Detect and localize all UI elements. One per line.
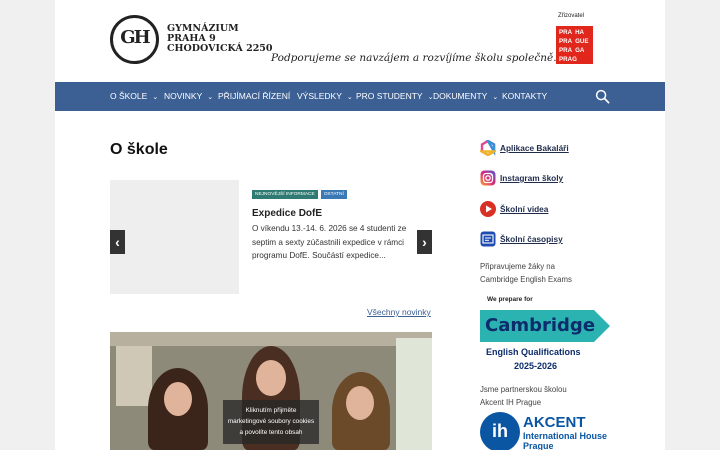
nav-item-label: NOVINKY bbox=[164, 91, 203, 101]
school-logo[interactable]: GH bbox=[110, 15, 159, 64]
partner-intro-line: Jsme partnerskou školou bbox=[480, 385, 567, 394]
tag-other[interactable]: OSTATNÍ bbox=[320, 190, 347, 199]
cambridge-intro-line: Cambridge English Exams bbox=[480, 274, 572, 284]
akcent-subtitle-line: Prague bbox=[523, 441, 554, 450]
prague-logo-text: PRA bbox=[559, 38, 573, 45]
prague-logo-text: HA bbox=[575, 29, 585, 36]
prague-logo-text: PRA bbox=[559, 29, 573, 36]
cambridge-qualifications: English Qualifications bbox=[486, 347, 581, 357]
chevron-down-icon: ⌄ bbox=[207, 94, 214, 101]
nav-item-novinky[interactable]: NOVINKY ⌄ bbox=[164, 82, 213, 111]
school-name-line: CHODOVICKÁ 2250 bbox=[167, 43, 273, 54]
cambridge-intro: Připravujeme žáky na Cambridge English E… bbox=[480, 261, 572, 286]
photo-face bbox=[164, 382, 192, 416]
sidebar-link-label: Školní časopisy bbox=[500, 234, 563, 244]
sidebar-link-casopisy[interactable]: Školní časopisy bbox=[480, 231, 563, 247]
cambridge-intro-line: Připravujeme žáky na bbox=[480, 262, 555, 271]
main-navigation: O ŠKOLE ⌄ NOVINKY ⌄ PŘIJÍMACÍ ŘÍZENÍ VÝSLE… bbox=[55, 82, 665, 111]
photo-face bbox=[256, 360, 286, 396]
cookie-notice-line: Kliknutím přijměte bbox=[245, 407, 297, 414]
cookie-notice-line: marketingové soubory cookies bbox=[227, 418, 315, 425]
search-icon[interactable] bbox=[595, 89, 610, 104]
all-news-link[interactable]: Všechny novinky bbox=[367, 307, 431, 317]
photo-board bbox=[116, 346, 152, 406]
akcent-name[interactable]: AKCENT bbox=[523, 414, 586, 431]
cambridge-badge[interactable]: We prepare for Cambridge English Qualifi… bbox=[480, 296, 612, 374]
cambridge-prepare-text: We prepare for bbox=[487, 296, 533, 303]
chevron-down-icon: ⌄ bbox=[492, 94, 499, 101]
prague-logo-text: GA bbox=[575, 47, 585, 54]
nav-item-kontakty[interactable]: KONTAKTY bbox=[502, 82, 547, 111]
post-title[interactable]: Expedice DofE bbox=[252, 208, 322, 219]
akcent-logo[interactable]: ih bbox=[480, 412, 520, 450]
nav-item-label: KONTAKTY bbox=[502, 91, 548, 101]
sidebar-link-label: Instagram školy bbox=[500, 173, 564, 183]
logo-monogram: GH bbox=[120, 27, 150, 48]
slider-prev-button[interactable]: ‹ bbox=[110, 230, 125, 254]
nav-item-o-skole[interactable]: O ŠKOLE ⌄ bbox=[110, 82, 158, 111]
zrizovatel-label: Zřizovatel bbox=[558, 13, 585, 19]
nav-item-pro-studenty[interactable]: PRO STUDENTY ⌄ bbox=[356, 82, 433, 111]
photo-wall bbox=[110, 332, 432, 346]
partner-intro: Jsme partnerskou školou Akcent IH Prague bbox=[480, 384, 567, 409]
nav-item-dokumenty[interactable]: DOKUMENTY ⌄ bbox=[433, 82, 498, 111]
photo-window bbox=[396, 338, 432, 450]
slide-image[interactable] bbox=[110, 180, 239, 294]
nav-item-label: VÝSLEDKY bbox=[297, 91, 342, 101]
sidebar-link-bakalari[interactable]: Aplikace Bakaláři bbox=[480, 140, 569, 156]
nav-item-prijimaci-rizeni[interactable]: PŘIJÍMACÍ ŘÍZENÍ bbox=[218, 82, 290, 111]
cookie-notice-line: a povolíte tento obsah bbox=[239, 429, 303, 436]
slider-next-button[interactable]: › bbox=[417, 230, 432, 254]
chevron-down-icon: ⌄ bbox=[346, 94, 353, 101]
akcent-subtitle: International House Prague bbox=[523, 431, 607, 450]
school-name[interactable]: GYMNÁZIUM PRAHA 9 CHODOVICKÁ 2250 bbox=[167, 24, 273, 54]
chevron-down-icon: ⌄ bbox=[152, 94, 159, 101]
page: GH GYMNÁZIUM PRAHA 9 CHODOVICKÁ 2250 Pod… bbox=[55, 0, 665, 450]
nav-item-label: PRO STUDENTY bbox=[356, 91, 423, 101]
page-title: O škole bbox=[110, 141, 168, 158]
cambridge-wordmark: Cambridge bbox=[485, 315, 596, 336]
sidebar-link-videa[interactable]: Školní videa bbox=[480, 201, 548, 217]
prague-logo[interactable]: PRA HA PRA GUE PRA GA PRAG bbox=[556, 26, 593, 64]
bakalari-icon bbox=[480, 140, 496, 156]
partner-intro-line: Akcent IH Prague bbox=[480, 397, 542, 407]
prague-logo-text: GUE bbox=[575, 38, 589, 45]
post-tags: NEJNOVĚJŠÍ INFORMACE OSTATNÍ bbox=[252, 190, 347, 199]
instagram-icon bbox=[480, 170, 496, 186]
tag-latest-info[interactable]: NEJNOVĚJŠÍ INFORMACE bbox=[252, 190, 318, 199]
prague-logo-text: PRAG bbox=[559, 56, 577, 63]
nav-item-label: PŘIJÍMACÍ ŘÍZENÍ bbox=[218, 91, 291, 101]
akcent-subtitle-line: International House bbox=[523, 431, 608, 441]
school-tagline: Podporujeme se navzájem a rozvíjíme škol… bbox=[271, 52, 557, 64]
sidebar-link-label: Aplikace Bakaláři bbox=[500, 143, 569, 153]
post-excerpt: O víkendu 13.-14. 6. 2026 se 4 studenti … bbox=[252, 224, 407, 260]
prague-logo-text: PRA bbox=[559, 47, 573, 54]
sidebar-link-label: Školní videa bbox=[500, 204, 549, 214]
magazine-icon bbox=[480, 231, 496, 247]
sidebar-link-instagram[interactable]: Instagram školy bbox=[480, 170, 563, 186]
nav-item-vysledky[interactable]: VÝSLEDKY ⌄ bbox=[297, 82, 353, 111]
photo-face bbox=[346, 386, 374, 420]
cookie-consent-notice[interactable]: Kliknutím přijměte marketingové soubory … bbox=[223, 400, 319, 444]
nav-item-label: O ŠKOLE bbox=[110, 91, 148, 101]
play-icon bbox=[480, 201, 496, 217]
nav-item-label: DOKUMENTY bbox=[433, 91, 488, 101]
cambridge-years: 2025-2026 bbox=[514, 361, 558, 371]
